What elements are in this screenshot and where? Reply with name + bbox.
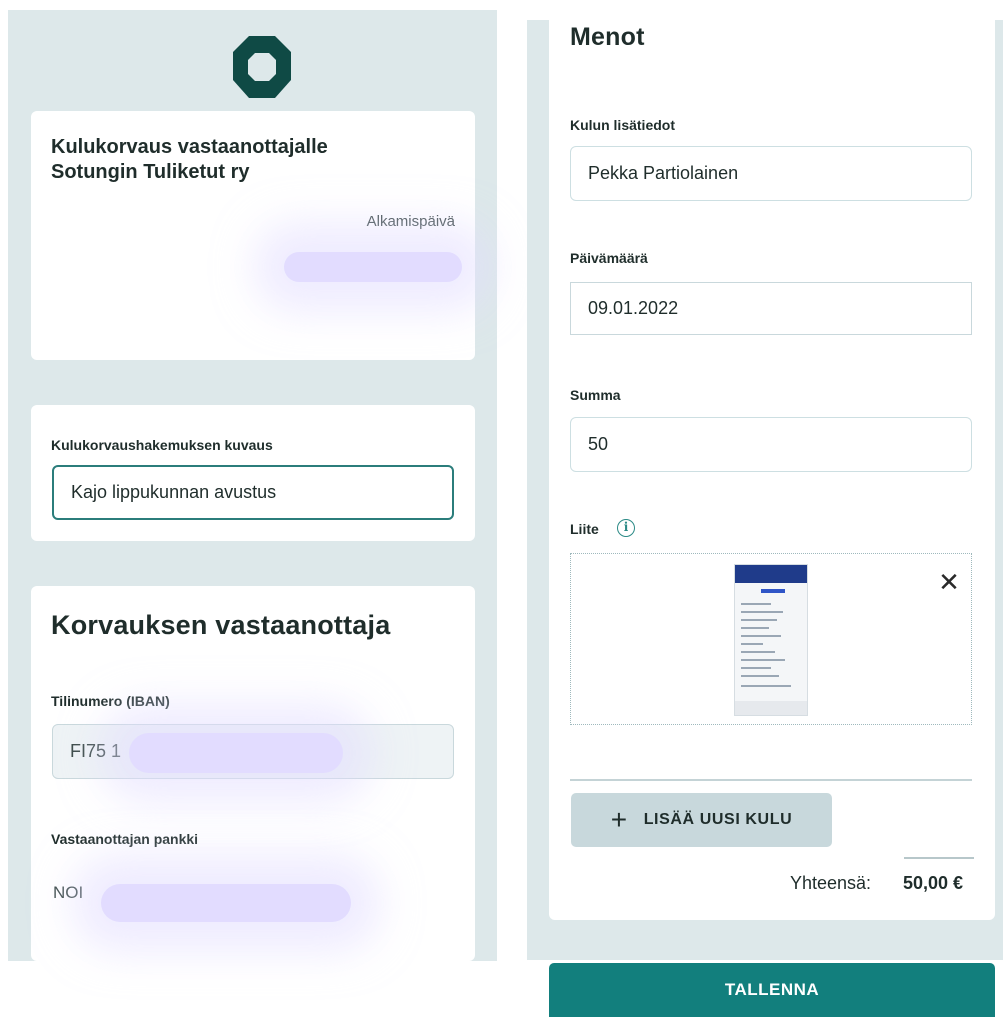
add-expense-label: LISÄÄ UUSI KULU (643, 811, 793, 828)
details-label: Kulun lisätiedot (570, 117, 675, 133)
date-input[interactable]: 09.01.2022 (570, 282, 972, 335)
description-label: Kulukorvaushakemuksen kuvaus (51, 437, 273, 453)
divider (570, 779, 972, 781)
attachment-label: Liite (570, 521, 599, 537)
attachment-dropzone[interactable] (570, 553, 972, 725)
info-icon[interactable]: i (617, 519, 635, 537)
plus-icon: + (610, 804, 628, 835)
save-button[interactable]: TALLENNA (549, 963, 995, 1017)
add-expense-button[interactable]: + LISÄÄ UUSI KULU (571, 793, 832, 847)
total-label: Yhteensä: (790, 873, 872, 893)
description-input[interactable]: Kajo lippukunnan avustus (52, 465, 454, 520)
left-panel: Kulukorvaus vastaanottajalle Sotungin Tu… (8, 10, 497, 961)
amount-label: Summa (570, 387, 621, 403)
bank-label: Vastaanottajan pankki (51, 831, 199, 847)
total-divider (904, 857, 974, 859)
logo-icon (233, 36, 291, 98)
recipient-heading: Korvauksen vastaanottaja (51, 610, 391, 640)
redacted-bank (101, 884, 351, 922)
iban-label: Tilinumero (IBAN) (51, 693, 170, 709)
bank-value: NOI (53, 883, 84, 902)
header-card: Kulukorvaus vastaanottajalle Sotungin Tu… (31, 111, 475, 360)
date-label: Päivämäärä (570, 250, 648, 266)
start-date-label: Alkamispäivä (366, 213, 455, 230)
expenses-heading: Menot (570, 23, 645, 51)
description-card: Kulukorvaushakemuksen kuvaus Kajo lippuk… (31, 405, 475, 541)
close-icon[interactable]: ✕ (937, 569, 961, 595)
card-title: Kulukorvaus vastaanottajalle Sotungin Tu… (51, 136, 328, 183)
details-input[interactable]: Pekka Partiolainen (570, 146, 972, 201)
total-value: 50,00 € (903, 873, 964, 893)
amount-input[interactable]: 50 (570, 417, 972, 472)
recipient-card: Korvauksen vastaanottaja Tilinumero (IBA… (31, 586, 475, 961)
redacted-iban (129, 733, 343, 773)
redacted-start-date (284, 252, 462, 282)
attachment-thumbnail[interactable] (734, 564, 808, 716)
